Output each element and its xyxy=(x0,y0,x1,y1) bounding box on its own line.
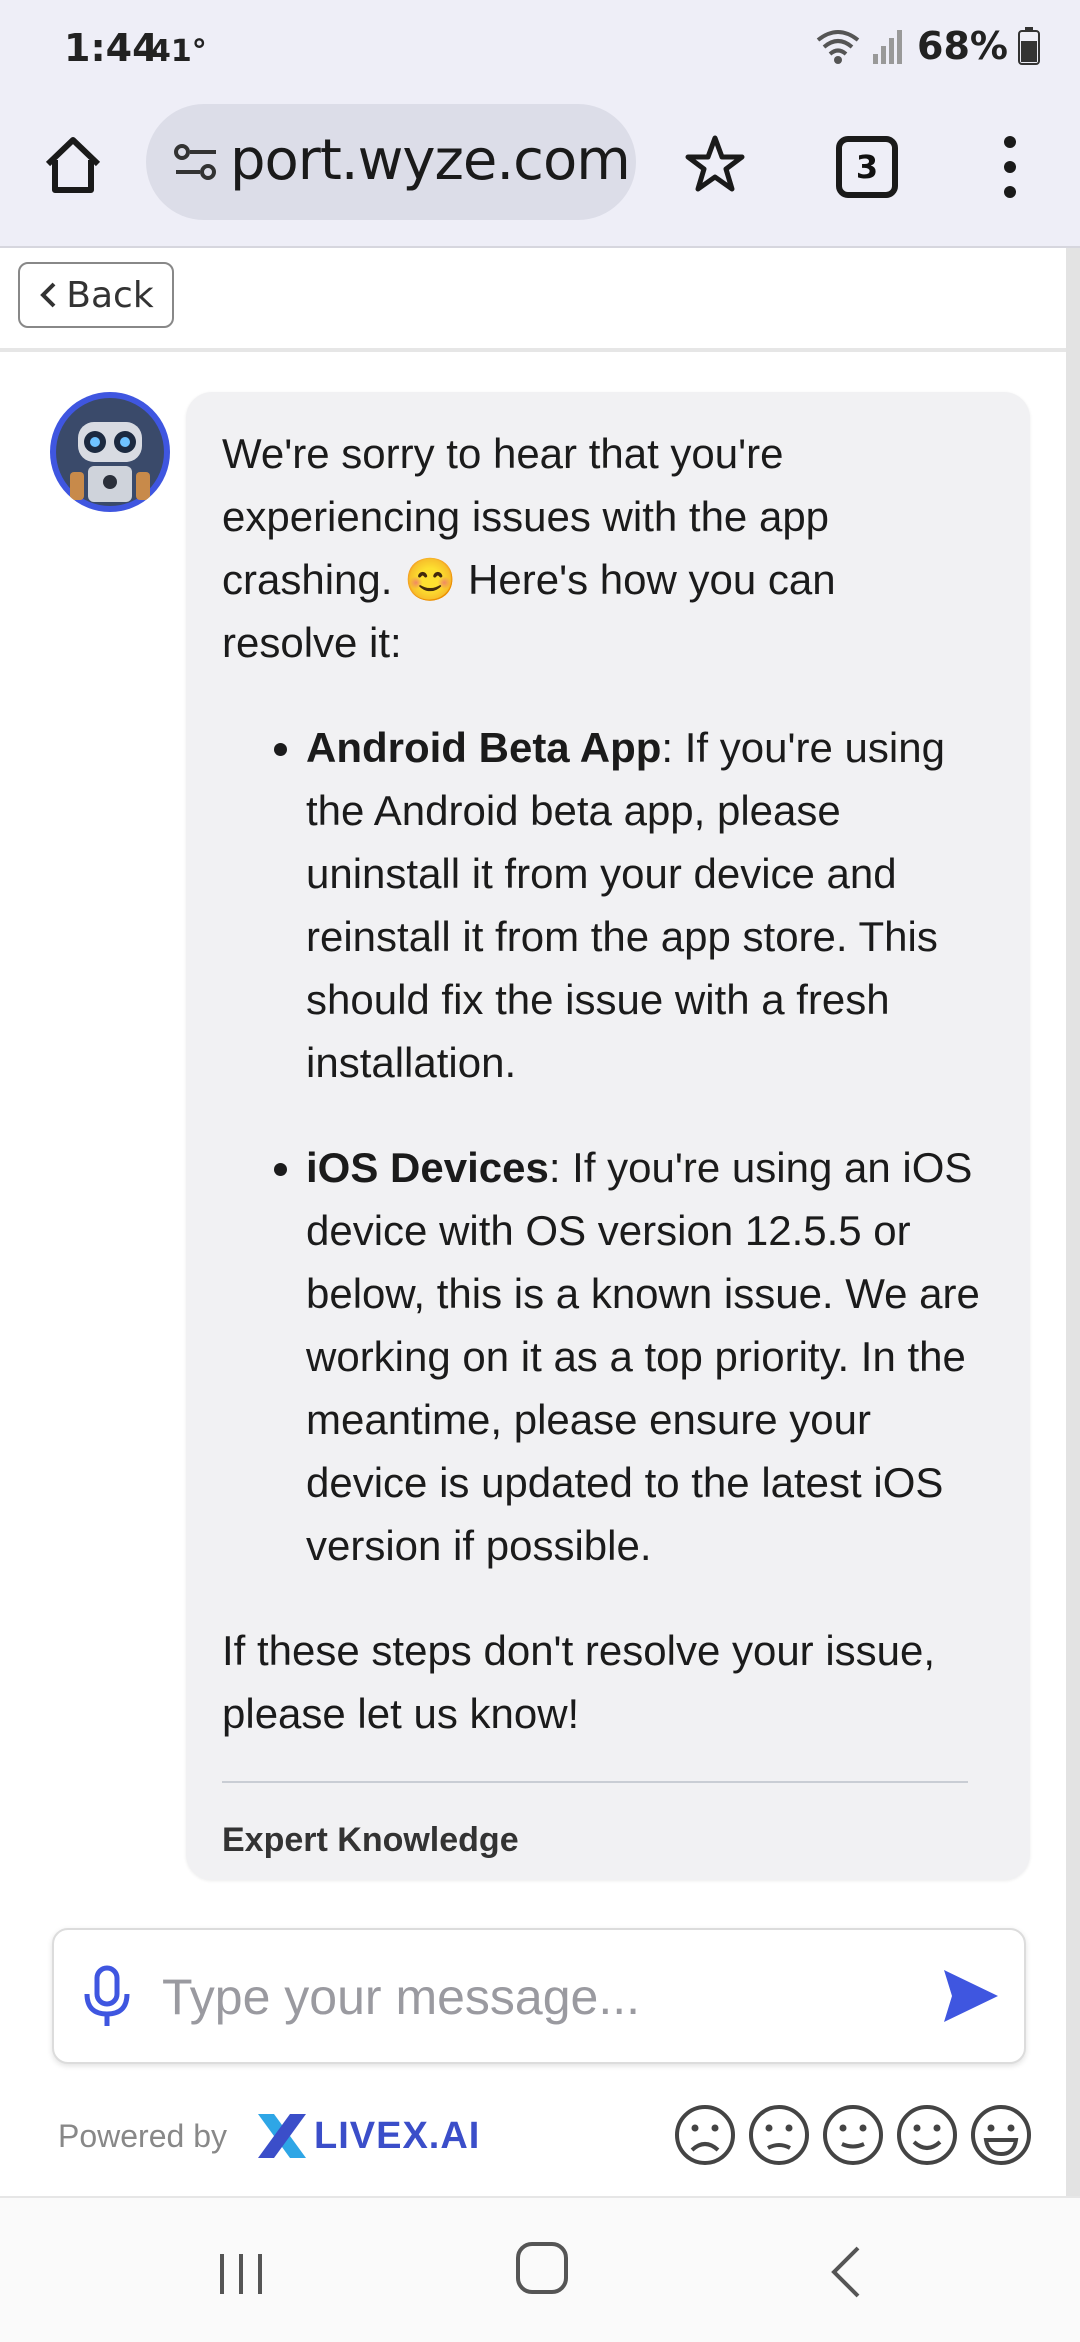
bot-message-content: We're sorry to hear that you're experien… xyxy=(222,422,982,1872)
browser-toolbar: port.wyze.com 3 xyxy=(0,96,1080,248)
status-temperature: 41° xyxy=(150,34,207,69)
happy-face-icon[interactable] xyxy=(896,2104,958,2166)
bot-avatar xyxy=(50,392,170,512)
message-closing: If these steps don't resolve your issue,… xyxy=(222,1627,936,1737)
message-input[interactable] xyxy=(160,1958,924,2036)
microphone-icon[interactable] xyxy=(80,1964,134,2030)
livex-logo-mark-icon xyxy=(258,2114,306,2158)
back-button[interactable]: Back xyxy=(18,262,174,328)
recent-apps-icon[interactable] xyxy=(216,2248,266,2300)
livex-logo[interactable]: LIVEX.AI xyxy=(254,2108,480,2164)
message-list: Android Beta App: If you're using the An… xyxy=(222,716,982,1577)
status-bar: 1:44 41° 68% xyxy=(0,0,1080,96)
tabs-icon[interactable]: 3 xyxy=(836,136,898,198)
robot-icon xyxy=(56,398,164,506)
expert-knowledge-label: Expert Knowledge xyxy=(222,1821,519,1859)
neutral-face-icon[interactable] xyxy=(822,2104,884,2166)
more-menu-icon[interactable] xyxy=(990,132,1030,202)
nav-back-icon[interactable] xyxy=(826,2242,866,2302)
list-item-text: : If you're using the Android beta app, … xyxy=(306,724,945,1086)
bot-message-bubble: We're sorry to hear that you're experien… xyxy=(186,392,1030,1880)
list-item-title: Android Beta App xyxy=(306,724,662,771)
status-time: 1:44 xyxy=(64,26,159,70)
site-info-icon[interactable] xyxy=(172,142,220,182)
message-composer xyxy=(52,1928,1026,2064)
chat-scrollbar[interactable] xyxy=(1066,248,1080,2198)
rating-faces xyxy=(674,2104,1032,2166)
list-item-text: : If you're using an iOS device with OS … xyxy=(306,1144,980,1569)
url-bar[interactable]: port.wyze.com xyxy=(146,104,636,220)
wifi-icon xyxy=(816,30,860,64)
powered-by-label: Powered by xyxy=(58,2118,227,2154)
home-icon[interactable] xyxy=(40,132,106,198)
bookmark-star-icon[interactable] xyxy=(682,132,748,198)
list-item-title: iOS Devices xyxy=(306,1144,549,1191)
very-happy-face-icon[interactable] xyxy=(970,2104,1032,2166)
nav-home-icon[interactable] xyxy=(514,2240,570,2296)
back-label: Back xyxy=(66,274,154,316)
sad-face-icon[interactable] xyxy=(748,2104,810,2166)
very-sad-face-icon[interactable] xyxy=(674,2104,736,2166)
chat-header: Back xyxy=(0,248,1066,352)
chevron-left-icon xyxy=(40,282,56,308)
battery-icon xyxy=(1018,27,1040,65)
send-icon[interactable] xyxy=(938,1964,1002,2028)
battery-percent: 68% xyxy=(917,24,1008,68)
url-text: port.wyze.com xyxy=(230,128,631,193)
livex-brand-text: LIVEX.AI xyxy=(314,2114,481,2157)
message-intro: We're sorry to hear that you're experien… xyxy=(222,430,836,666)
signal-icon xyxy=(873,30,903,64)
list-item: Android Beta App: If you're using the An… xyxy=(306,716,982,1094)
message-divider xyxy=(222,1781,968,1783)
system-nav-bar xyxy=(0,2196,1080,2342)
status-right-group: 68% xyxy=(815,24,1040,68)
list-item: iOS Devices: If you're using an iOS devi… xyxy=(306,1136,982,1577)
